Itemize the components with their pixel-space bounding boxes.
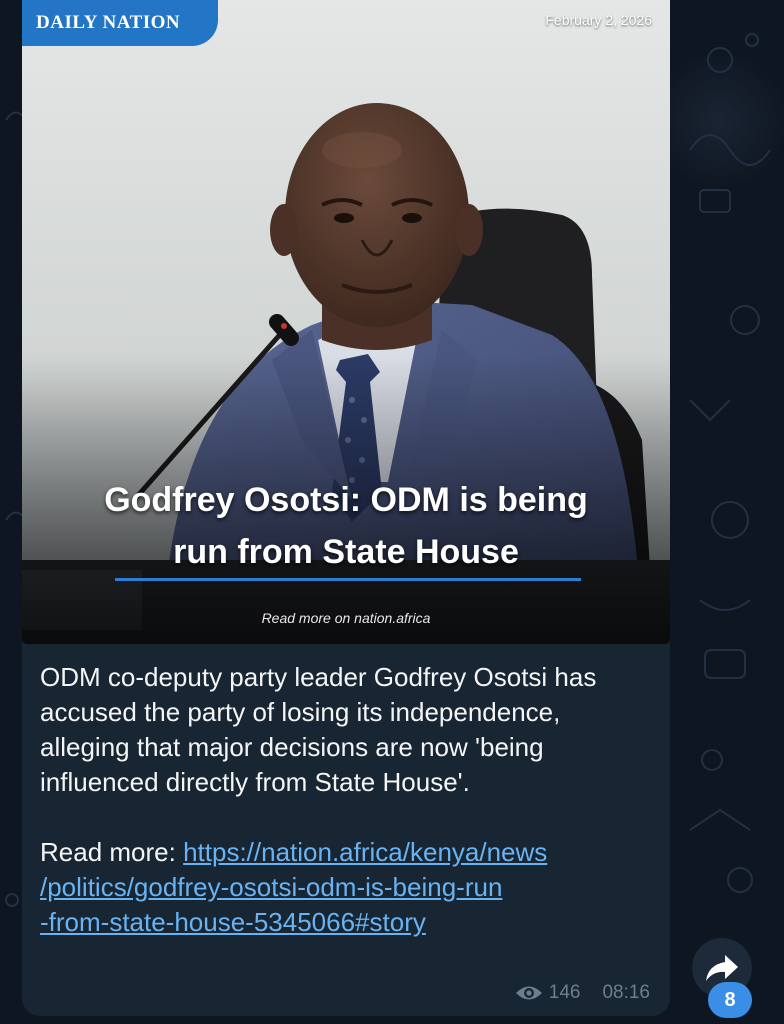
article-link-part-2[interactable]: /politics/godfrey-osotsi-odm-is-being-ru… [40, 872, 502, 902]
article-link-part-3[interactable]: -from-state-house-5345066#story [40, 907, 426, 937]
view-count: 146 [548, 982, 581, 1003]
source-credit: Read more on nation.africa [261, 610, 431, 626]
daily-nation-logo: DAILY NATION [22, 0, 218, 46]
article-preview-image[interactable]: DAILY NATION February 2, 2026 Godfrey Os… [22, 0, 670, 644]
read-more-label: Read more: [40, 837, 184, 867]
article-headline: Godfrey Osotsi: ODM is being run from St… [22, 474, 670, 578]
headline-line-1: Godfrey Osotsi: ODM is being [104, 481, 588, 519]
article-link-part-1[interactable]: https://nation.africa/kenya/news [183, 837, 547, 867]
caption-text: ODM co-deputy party leader Godfrey Osots… [40, 662, 597, 797]
article-date: February 2, 2026 [545, 12, 652, 28]
unread-count-badge[interactable]: 8 [708, 982, 752, 1018]
headline-line-2: run from State House [173, 533, 519, 571]
channel-post-bubble: DAILY NATION February 2, 2026 Godfrey Os… [22, 0, 670, 1016]
headline-underline [115, 578, 581, 581]
post-time: 08:16 [602, 982, 650, 1003]
post-caption: ODM co-deputy party leader Godfrey Osots… [40, 660, 652, 940]
post-meta: 146 08:16 [515, 982, 650, 1004]
eye-icon [515, 986, 542, 1000]
forward-arrow-icon [706, 955, 738, 981]
read-more-paragraph: Read more: https://nation.africa/kenya/n… [40, 835, 652, 940]
